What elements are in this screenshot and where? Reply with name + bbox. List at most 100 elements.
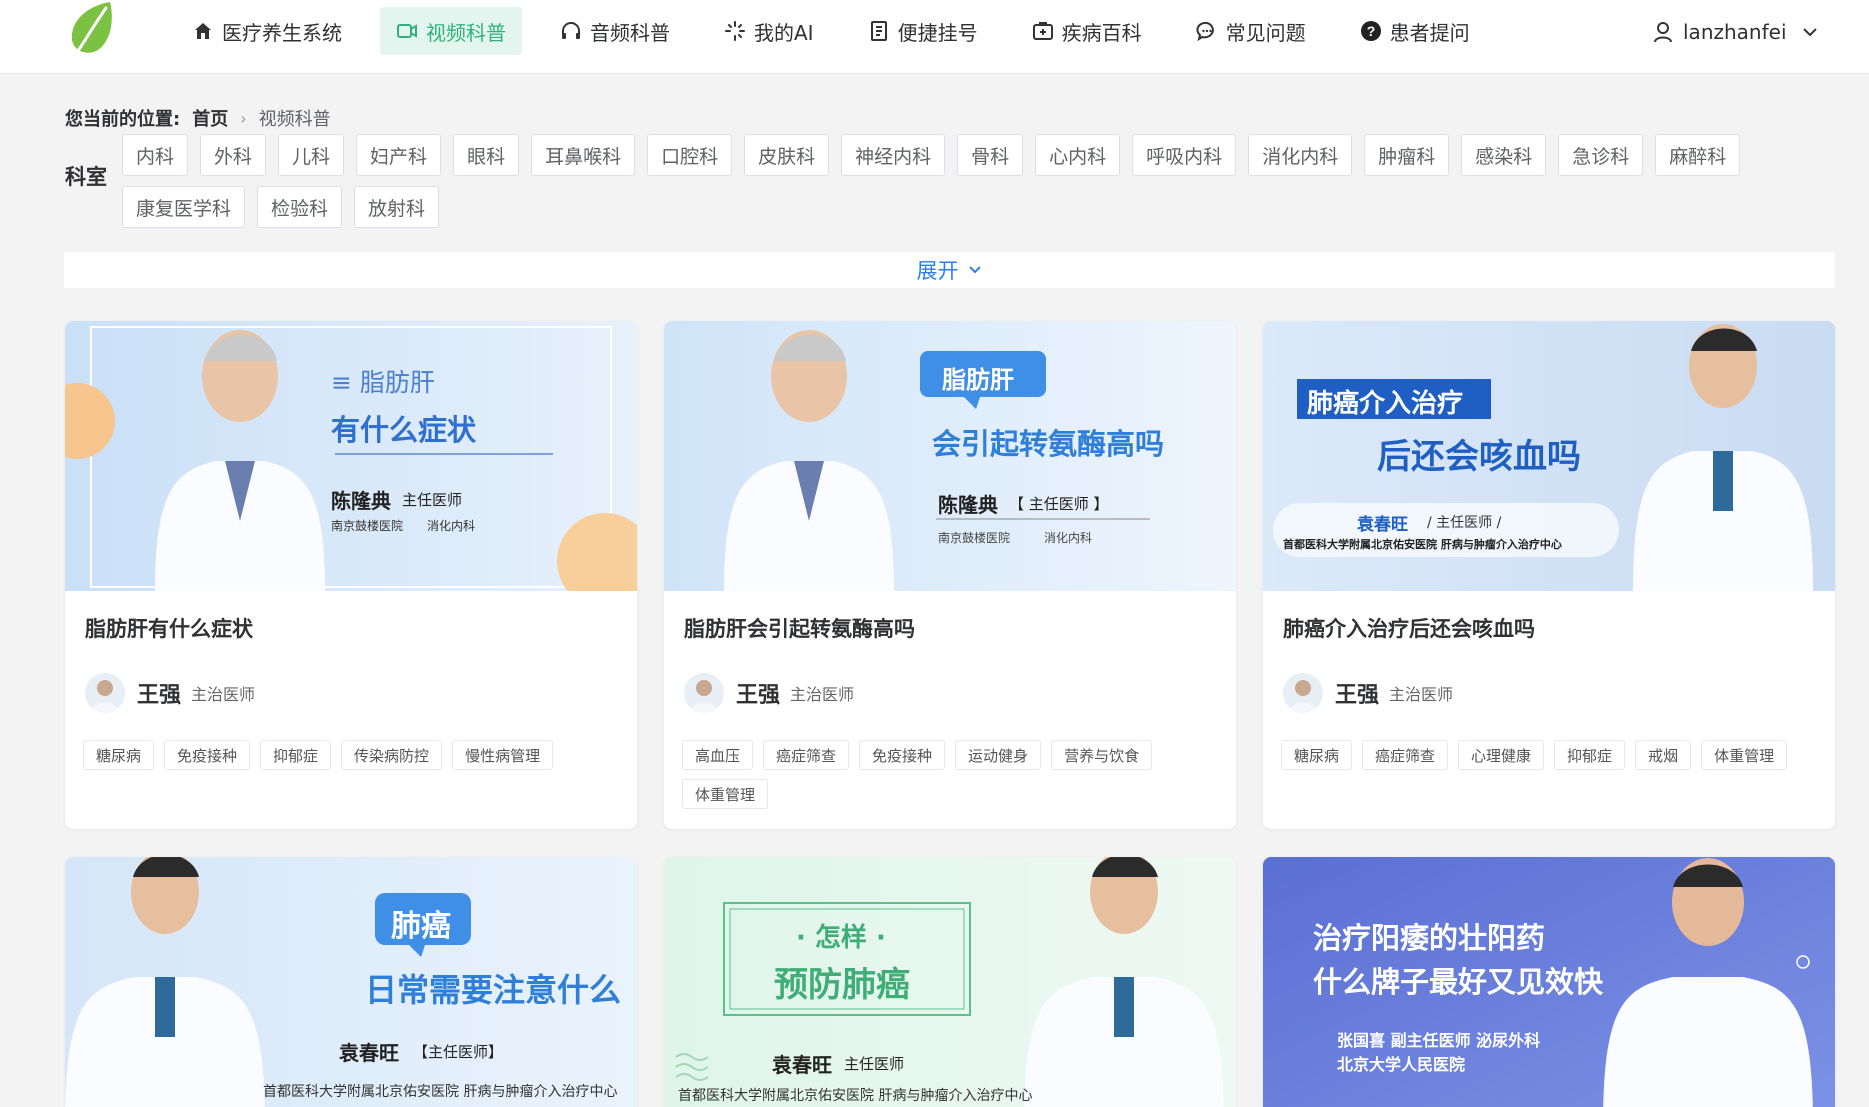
dept-tag[interactable]: 呼吸内科	[1132, 134, 1237, 176]
leaf-logo-icon[interactable]	[66, 0, 118, 58]
dept-tag[interactable]: 内科	[122, 134, 189, 176]
keyword-tag[interactable]: 运动健身	[955, 740, 1042, 770]
poster-badge: 脂肪肝	[942, 366, 1014, 394]
top-navbar: 医疗养生系统 视频科普 音频科普 我的AI 便捷挂号 疾病百科 常见问题 ? 患…	[0, 0, 1869, 74]
nav-item-register[interactable]: 便捷挂号	[852, 7, 994, 55]
keyword-tag[interactable]: 免疫接种	[859, 740, 946, 770]
keyword-tag[interactable]: 抑郁症	[260, 740, 332, 770]
breadcrumb-home-link[interactable]: 首页	[192, 105, 228, 131]
video-card[interactable]: 治疗阳痿的壮阳药 什么牌子最好又见效快 张国喜 副主任医师 泌尿外科 北京大学人…	[1263, 857, 1835, 1107]
video-thumbnail[interactable]: 肺癌介入治疗 后还会咳血吗 袁春旺 / 主任医师 / 首都医科大学附属北京佑安医…	[1263, 321, 1835, 591]
video-thumbnail[interactable]: 治疗阳痿的壮阳药 什么牌子最好又见效快 张国喜 副主任医师 泌尿外科 北京大学人…	[1263, 857, 1835, 1107]
user-menu[interactable]: lanzhanfei	[1653, 14, 1819, 50]
poster-hospital: 南京鼓楼医院	[938, 531, 1011, 545]
dept-tag[interactable]: 妇产科	[356, 134, 442, 176]
chat-icon	[1196, 20, 1218, 42]
keyword-tag[interactable]: 高血压	[682, 740, 754, 770]
poster-line1: · 怎样 ·	[796, 923, 886, 953]
author-name: 王强	[736, 683, 781, 708]
video-thumbnail[interactable]: ≡ 脂肪肝 有什么症状 陈隆典 主任医师 南京鼓楼医院 消化内科	[65, 321, 637, 591]
video-icon	[396, 20, 418, 42]
dept-tag[interactable]: 神经内科	[841, 134, 946, 176]
keyword-tag[interactable]: 戒烟	[1635, 740, 1692, 770]
question-circle-icon: ?	[1360, 20, 1382, 42]
dept-tag[interactable]: 皮肤科	[744, 134, 830, 176]
nav-item-home[interactable]: 医疗养生系统	[176, 7, 358, 55]
poster-doctor-title: 主任医师	[844, 1055, 905, 1073]
dept-tag[interactable]: 心内科	[1035, 134, 1121, 176]
keyword-tag[interactable]: 传染病防控	[341, 740, 443, 770]
keyword-tag[interactable]: 体重管理	[682, 779, 769, 809]
video-thumbnail[interactable]: 肺癌 日常需要注意什么 袁春旺 【主任医师】 首都医科大学附属北京佑安医院 肝病…	[65, 857, 637, 1107]
breadcrumb: 您当前的位置: 首页 › 视频科普	[65, 105, 331, 131]
avatar	[85, 673, 125, 713]
nav-item-ask[interactable]: ? 患者提问	[1344, 7, 1486, 55]
nav-item-ai[interactable]: 我的AI	[708, 7, 830, 55]
author-name: 王强	[1335, 683, 1380, 708]
dept-tag[interactable]: 眼科	[453, 134, 520, 176]
dept-tags-row: 康复医学科 检验科 放射科	[122, 186, 451, 228]
avatar	[1283, 673, 1323, 713]
dept-tag[interactable]: 口腔科	[647, 134, 733, 176]
dept-tag[interactable]: 康复医学科	[122, 186, 246, 228]
main-nav: 医疗养生系统 视频科普 音频科普 我的AI 便捷挂号 疾病百科 常见问题 ? 患…	[176, 7, 1508, 55]
nav-item-label: 疾病百科	[1061, 20, 1142, 45]
svg-text:?: ?	[1366, 23, 1375, 39]
keyword-tag[interactable]: 免疫接种	[164, 740, 251, 770]
dept-tag[interactable]: 耳鼻喉科	[531, 134, 636, 176]
keyword-tags: 糖尿病 免疫接种 抑郁症 传染病防控 慢性病管理	[83, 740, 623, 779]
video-card[interactable]: ≡ 脂肪肝 有什么症状 陈隆典 主任医师 南京鼓楼医院 消化内科 脂肪肝有什么症…	[65, 321, 637, 829]
author-role: 主治医师	[191, 685, 256, 704]
dept-tag[interactable]: 儿科	[278, 134, 345, 176]
poster-doctor: 陈隆典	[331, 489, 391, 513]
nav-item-label: 常见问题	[1225, 20, 1306, 45]
dept-tag[interactable]: 骨科	[957, 134, 1024, 176]
poster-line2: 预防肺癌	[774, 965, 910, 1005]
video-card[interactable]: 脂肪肝 会引起转氨酶高吗 陈隆典 【 主任医师 】 南京鼓楼医院 消化内科 脂肪…	[664, 321, 1236, 829]
ai-sparkle-icon	[724, 20, 746, 42]
dept-tag[interactable]: 放射科	[354, 186, 440, 228]
chevron-down-icon	[967, 262, 983, 278]
dept-tag[interactable]: 麻醉科	[1655, 134, 1741, 176]
poster-dept: 消化内科	[1044, 531, 1093, 545]
poster-line2: 日常需要注意什么	[365, 971, 622, 1009]
nav-item-faq[interactable]: 常见问题	[1180, 7, 1322, 55]
keyword-tag[interactable]: 糖尿病	[83, 740, 155, 770]
keyword-tag[interactable]: 抑郁症	[1554, 740, 1626, 770]
keyword-tag[interactable]: 癌症筛查	[763, 740, 850, 770]
medical-box-icon	[1032, 20, 1054, 42]
nav-item-disease[interactable]: 疾病百科	[1016, 7, 1158, 55]
breadcrumb-separator-icon: ›	[240, 108, 247, 128]
video-title[interactable]: 脂肪肝有什么症状	[85, 613, 253, 643]
author-info: 王强 主治医师	[85, 673, 255, 713]
keyword-tag[interactable]: 慢性病管理	[452, 740, 554, 770]
video-title[interactable]: 肺癌介入治疗后还会咳血吗	[1283, 613, 1535, 643]
poster-dept: 消化内科	[427, 519, 476, 533]
author-role: 主治医师	[1389, 685, 1454, 704]
expand-toggle[interactable]: 展开	[64, 252, 1835, 288]
keyword-tag[interactable]: 癌症筛查	[1362, 740, 1449, 770]
chevron-down-icon	[1801, 23, 1819, 41]
video-card[interactable]: 肺癌介入治疗 后还会咳血吗 袁春旺 / 主任医师 / 首都医科大学附属北京佑安医…	[1263, 321, 1835, 829]
dept-tag[interactable]: 外科	[200, 134, 267, 176]
video-card[interactable]: · 怎样 · 预防肺癌 袁春旺 主任医师 首都医科大学附属北京佑安医院 肝病与肿…	[664, 857, 1236, 1107]
video-title[interactable]: 脂肪肝会引起转氨酶高吗	[684, 613, 915, 643]
keyword-tag[interactable]: 体重管理	[1701, 740, 1788, 770]
nav-item-audio[interactable]: 音频科普	[544, 7, 686, 55]
dept-tag[interactable]: 肿瘤科	[1364, 134, 1450, 176]
dept-tag[interactable]: 感染科	[1461, 134, 1547, 176]
poster-doctor-title: / 主任医师 /	[1427, 515, 1502, 531]
breadcrumb-label: 您当前的位置:	[65, 109, 181, 130]
video-thumbnail[interactable]: · 怎样 · 预防肺癌 袁春旺 主任医师 首都医科大学附属北京佑安医院 肝病与肿…	[664, 857, 1236, 1107]
poster-line2: 会引起转氨酶高吗	[932, 427, 1165, 461]
keyword-tag[interactable]: 糖尿病	[1281, 740, 1353, 770]
video-card[interactable]: 肺癌 日常需要注意什么 袁春旺 【主任医师】 首都医科大学附属北京佑安医院 肝病…	[65, 857, 637, 1107]
video-thumbnail[interactable]: 脂肪肝 会引起转氨酶高吗 陈隆典 【 主任医师 】 南京鼓楼医院 消化内科	[664, 321, 1236, 591]
expand-label: 展开	[916, 259, 959, 283]
keyword-tag[interactable]: 营养与饮食	[1051, 740, 1153, 770]
dept-tag[interactable]: 检验科	[257, 186, 343, 228]
dept-tag[interactable]: 消化内科	[1248, 134, 1353, 176]
dept-tag[interactable]: 急诊科	[1558, 134, 1644, 176]
nav-item-video[interactable]: 视频科普	[380, 7, 522, 55]
keyword-tag[interactable]: 心理健康	[1458, 740, 1545, 770]
